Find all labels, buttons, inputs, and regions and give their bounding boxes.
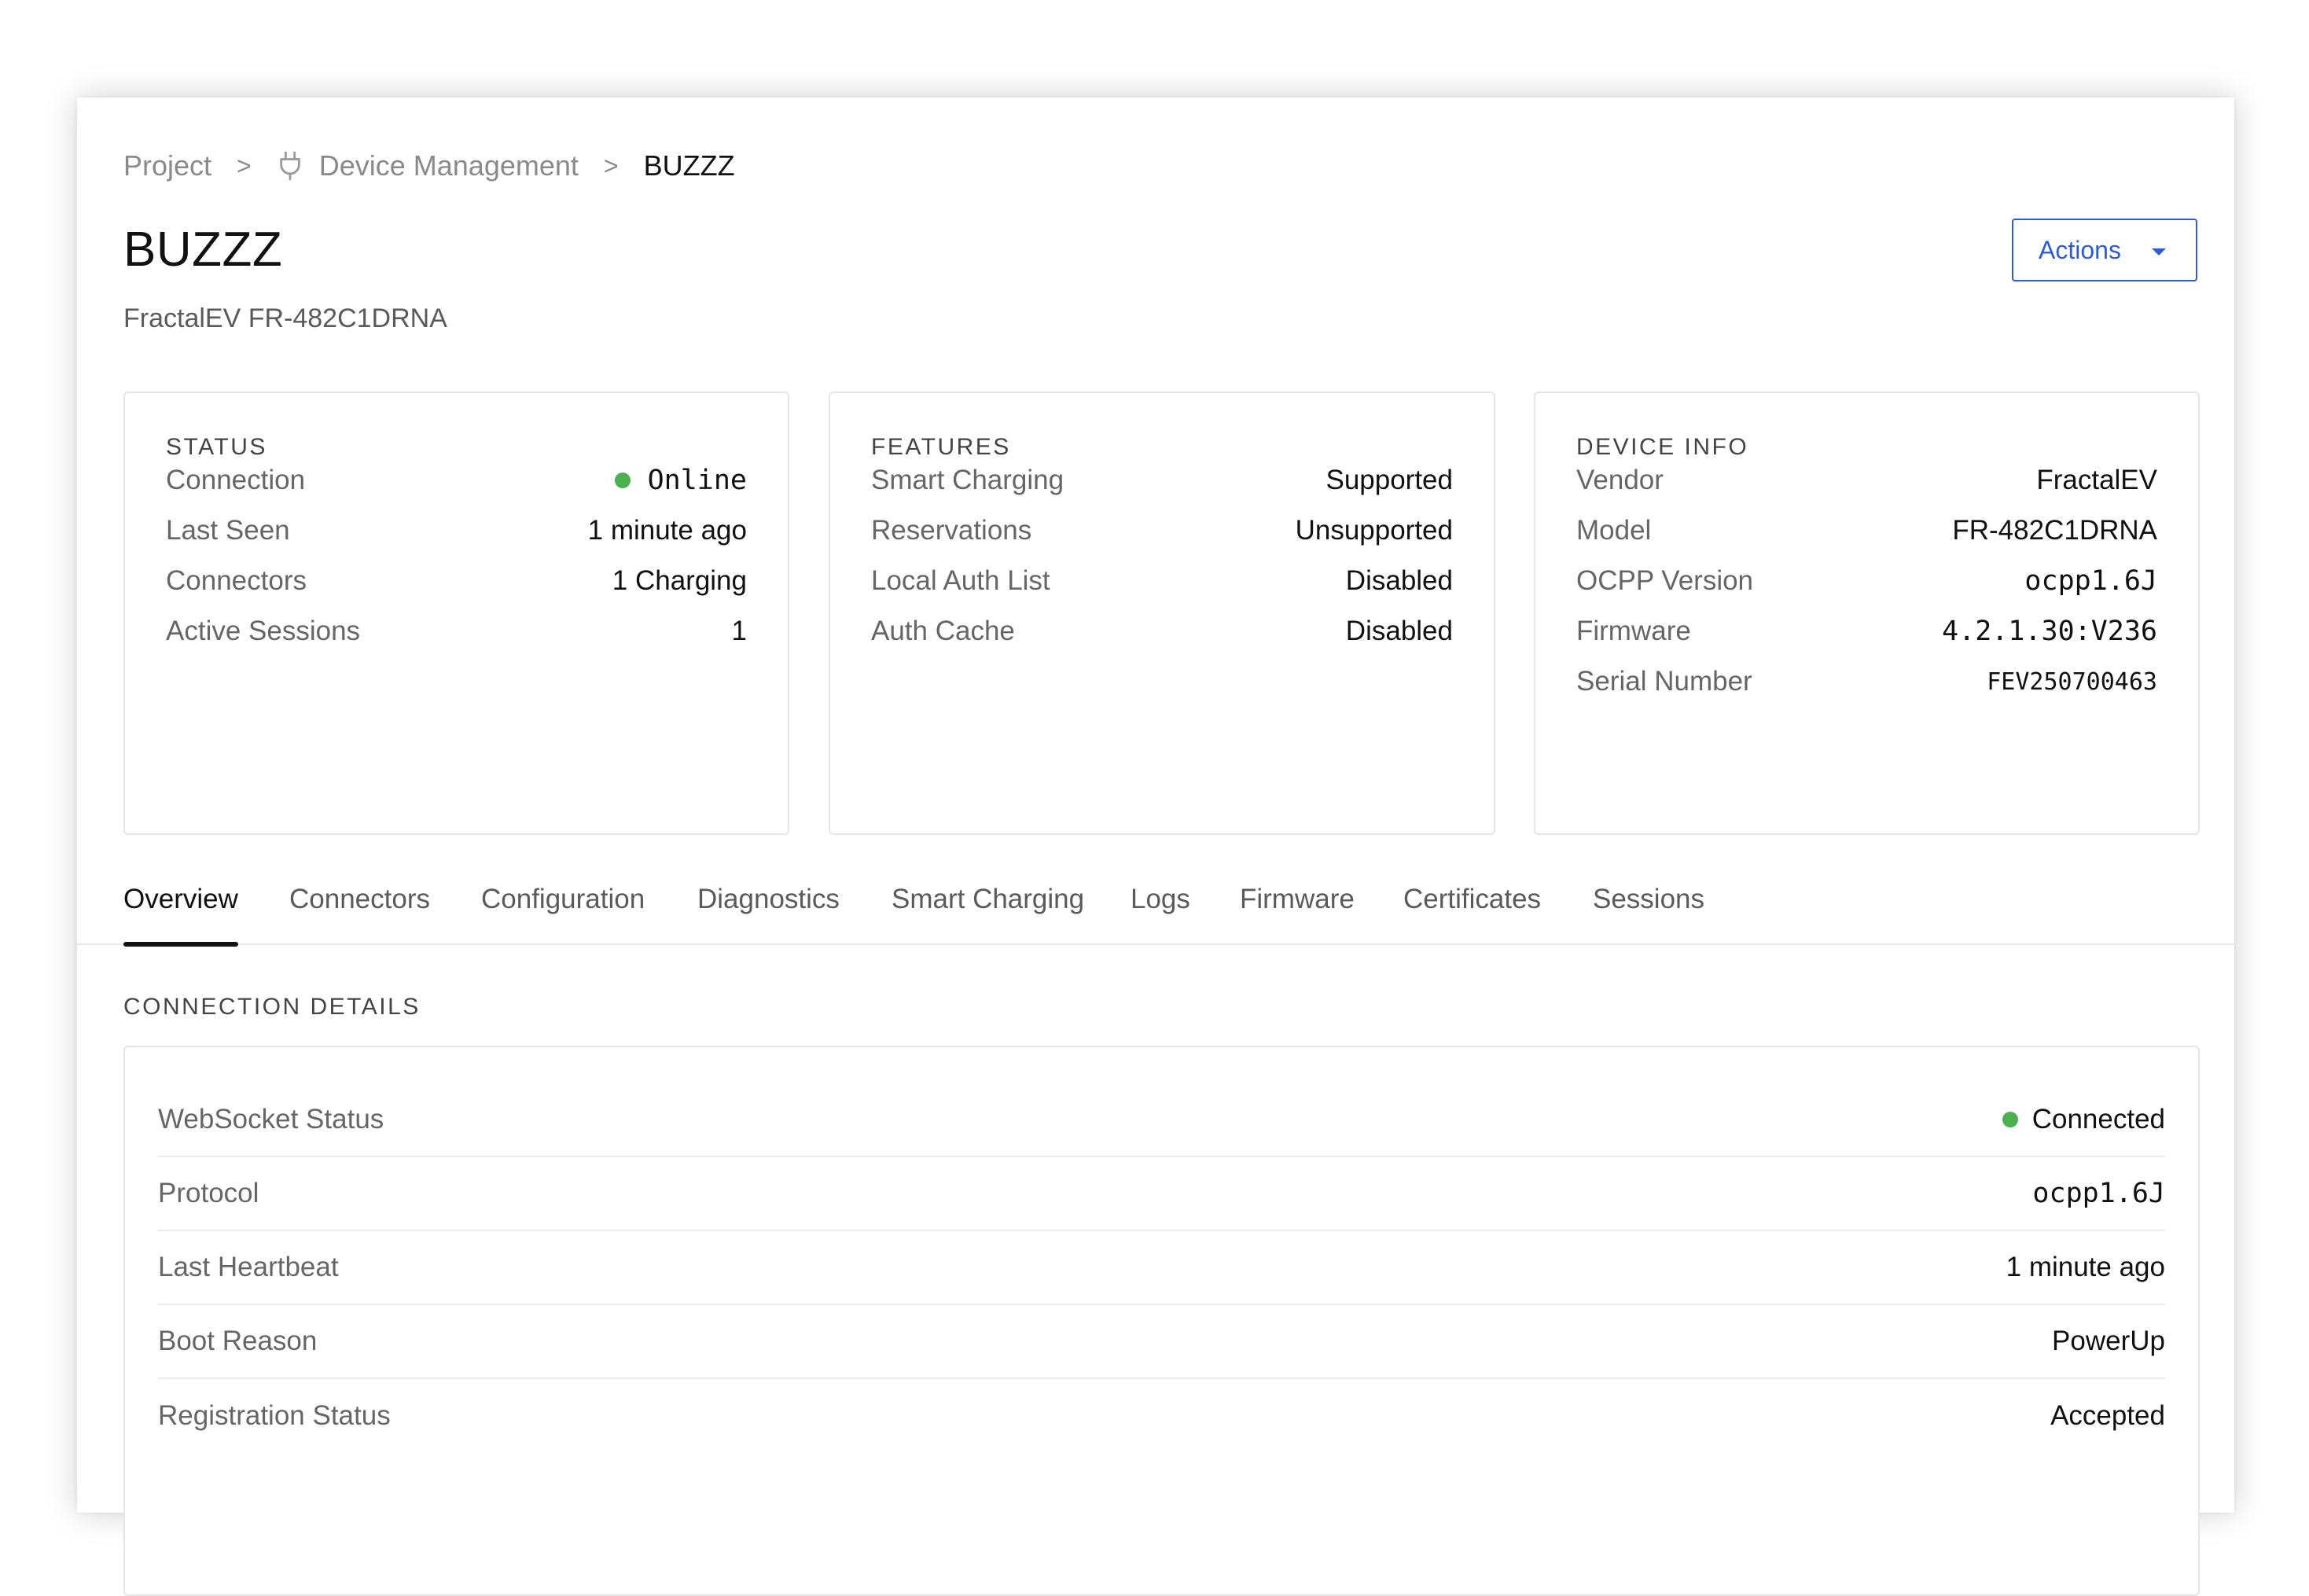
- breadcrumb-separator: >: [237, 151, 252, 180]
- status-row-value: 1 Charging: [612, 565, 747, 596]
- device-info-row-label: OCPP Version: [1576, 565, 1754, 596]
- device-info-row-label: Model: [1576, 515, 1652, 546]
- status-row-value: Online: [614, 465, 747, 496]
- detail-row-label: Protocol: [158, 1178, 259, 1208]
- detail-row-value: PowerUp: [2052, 1326, 2165, 1356]
- tab-connectors[interactable]: Connectors: [289, 884, 430, 945]
- tab-smart-charging[interactable]: Smart Charging: [892, 884, 1084, 945]
- device-info-card: DEVICE INFO Vendor FractalEV Model FR-48…: [1534, 392, 2200, 835]
- detail-row-websocket-status: WebSocket Status Connected: [158, 1083, 2165, 1157]
- feature-row-label: Reservations: [871, 515, 1032, 546]
- caret-down-icon: [2152, 248, 2166, 256]
- features-card: FEATURES Smart Charging Supported Reserv…: [829, 392, 1495, 835]
- device-info-card-title: DEVICE INFO: [1576, 434, 1749, 460]
- device-page: Project > Device Management > BUZZZ BUZZ…: [77, 97, 2234, 1596]
- feature-row-reservations: Reservations Unsupported: [871, 511, 1453, 550]
- status-row-connectors: Connectors 1 Charging: [166, 561, 747, 601]
- feature-row-value: Disabled: [1345, 565, 1453, 596]
- status-row-label: Last Seen: [166, 515, 290, 546]
- breadcrumb-separator: >: [603, 151, 619, 180]
- feature-row-label: Smart Charging: [871, 465, 1064, 495]
- device-info-row-value: 4.2.1.30:V236: [1942, 616, 2157, 647]
- feature-row-smart-charging: Smart Charging Supported: [871, 461, 1453, 500]
- device-info-row-value: ocpp1.6J: [2024, 565, 2157, 597]
- device-info-row-firmware: Firmware 4.2.1.30:V236: [1576, 612, 2157, 651]
- detail-row-protocol: Protocol ocpp1.6J: [158, 1157, 2165, 1231]
- plug-icon: [279, 151, 300, 181]
- feature-row-label: Local Auth List: [871, 565, 1050, 596]
- status-row-label: Active Sessions: [166, 616, 361, 646]
- status-row-value: 1 minute ago: [587, 515, 747, 546]
- websocket-status: Connected: [2031, 1104, 2165, 1134]
- detail-row-boot-reason: Boot Reason PowerUp: [158, 1305, 2165, 1379]
- tab-logs[interactable]: Logs: [1131, 884, 1190, 945]
- device-info-row-vendor: Vendor FractalEV: [1576, 461, 2157, 500]
- device-info-row-model: Model FR-482C1DRNA: [1576, 511, 2157, 550]
- tab-overview[interactable]: Overview: [123, 884, 238, 947]
- feature-row-value: Disabled: [1345, 616, 1453, 646]
- detail-row-last-heartbeat: Last Heartbeat 1 minute ago: [158, 1231, 2165, 1305]
- tab-sessions[interactable]: Sessions: [1593, 884, 1704, 945]
- feature-row-value: Unsupported: [1295, 515, 1453, 546]
- device-info-row-ocpp-version: OCPP Version ocpp1.6J: [1576, 561, 2157, 601]
- breadcrumb-current: BUZZZ: [643, 149, 735, 182]
- breadcrumb-device-management[interactable]: Device Management: [319, 149, 579, 182]
- detail-row-label: Last Heartbeat: [158, 1252, 339, 1282]
- features-card-title: FEATURES: [871, 434, 1011, 460]
- detail-row-registration-status: Registration Status Accepted: [158, 1379, 2165, 1453]
- status-card-title: STATUS: [166, 434, 267, 460]
- feature-row-local-auth-list: Local Auth List Disabled: [871, 561, 1453, 601]
- connection-details-card: WebSocket Status Connected Protocol ocpp…: [123, 1046, 2200, 1596]
- tab-bar: Overview Connectors Configuration Diagno…: [77, 884, 2234, 947]
- device-info-row-serial-number: Serial Number FEV250700463: [1576, 662, 2157, 701]
- status-row-value: 1: [731, 616, 747, 646]
- device-info-row-value: FractalEV: [2036, 465, 2157, 495]
- tab-firmware[interactable]: Firmware: [1240, 884, 1355, 945]
- feature-row-label: Auth Cache: [871, 616, 1015, 646]
- connected-dot-icon: [2002, 1112, 2018, 1127]
- device-info-row-label: Firmware: [1576, 616, 1691, 646]
- device-info-row-label: Serial Number: [1576, 666, 1752, 697]
- actions-button[interactable]: Actions: [2012, 219, 2197, 281]
- detail-row-value: Connected: [2002, 1104, 2165, 1135]
- detail-row-value: ocpp1.6J: [2032, 1178, 2165, 1209]
- page-title: BUZZZ: [123, 222, 283, 277]
- detail-row-value: 1 minute ago: [2006, 1252, 2165, 1282]
- page-subtitle: FractalEV FR-482C1DRNA: [123, 303, 447, 333]
- status-row-label: Connectors: [166, 565, 307, 596]
- tab-certificates[interactable]: Certificates: [1403, 884, 1541, 945]
- detail-row-label: Boot Reason: [158, 1326, 318, 1356]
- status-row-connection: Connection Online: [166, 461, 747, 500]
- device-info-row-value: FR-482C1DRNA: [1952, 515, 2157, 546]
- tab-configuration[interactable]: Configuration: [481, 884, 645, 945]
- connection-status: Online: [647, 465, 747, 496]
- tab-diagnostics[interactable]: Diagnostics: [697, 884, 840, 945]
- device-info-row-value: FEV250700463: [1987, 667, 2157, 696]
- breadcrumb-project[interactable]: Project: [123, 149, 211, 182]
- breadcrumb: Project > Device Management > BUZZZ: [123, 146, 735, 186]
- status-row-last-seen: Last Seen 1 minute ago: [166, 511, 747, 550]
- online-dot-icon: [614, 473, 631, 488]
- status-row-active-sessions: Active Sessions 1: [166, 612, 747, 651]
- feature-row-auth-cache: Auth Cache Disabled: [871, 612, 1453, 651]
- status-row-label: Connection: [166, 465, 306, 495]
- detail-row-value: Accepted: [2050, 1400, 2165, 1431]
- detail-row-label: Registration Status: [158, 1400, 391, 1431]
- feature-row-value: Supported: [1325, 465, 1453, 495]
- device-info-row-label: Vendor: [1576, 465, 1664, 495]
- detail-row-label: WebSocket Status: [158, 1104, 384, 1134]
- actions-button-label: Actions: [2039, 235, 2121, 264]
- connection-details-title: CONNECTION DETAILS: [123, 994, 421, 1020]
- status-card: STATUS Connection Online Last Seen 1 min…: [123, 392, 789, 835]
